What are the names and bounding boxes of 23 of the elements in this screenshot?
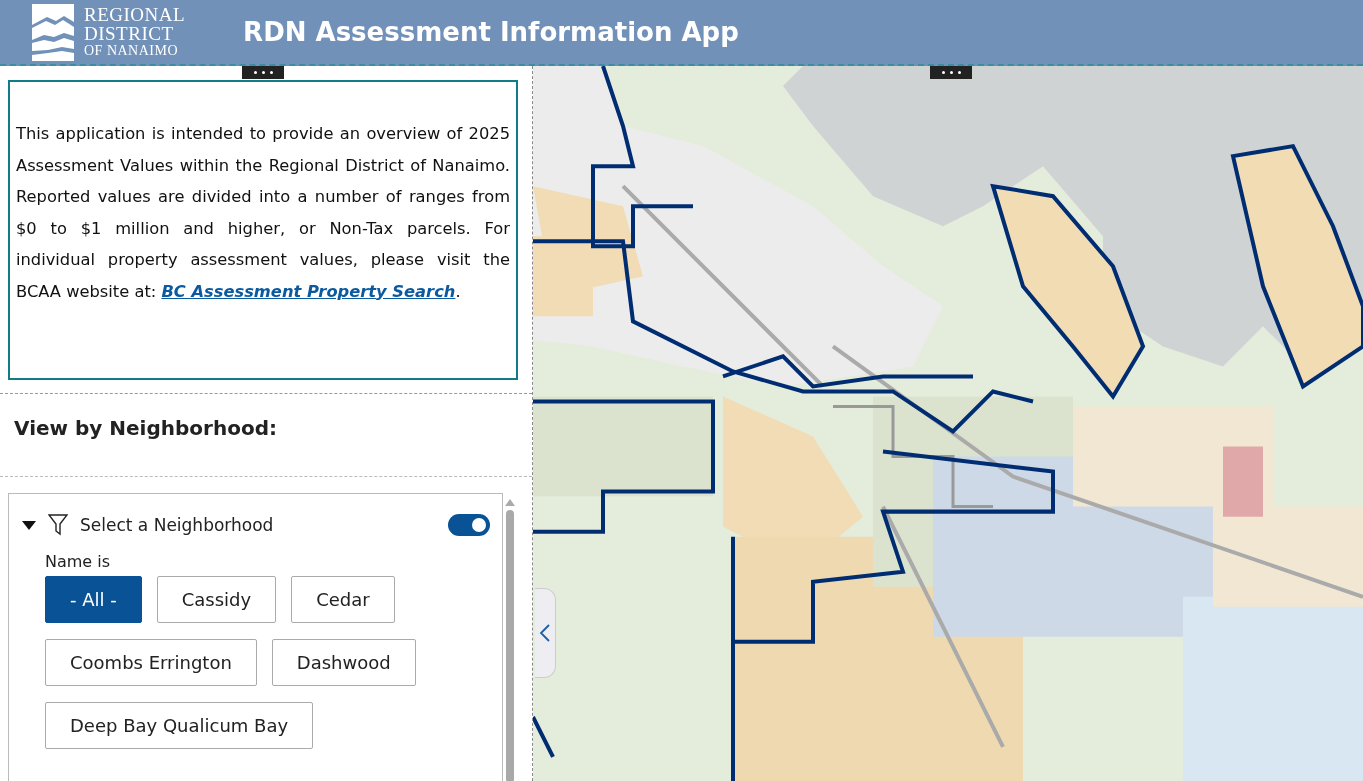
link[interactable]: BC Assessment Property Search bbox=[161, 281, 456, 301]
neighborhood-option-button[interactable]: Cedar bbox=[291, 576, 395, 623]
panel-handle[interactable] bbox=[930, 66, 972, 79]
logo-text-line: OF NANAIMO bbox=[84, 43, 180, 59]
panel-handle[interactable] bbox=[242, 66, 284, 79]
mountain-logo-icon bbox=[30, 2, 76, 62]
intro-paragraph: This application is intended to provide an overview of 2025 Assessment Values within the Regional District of Nanaimo. Reported values are divided into a number of ranges from $0 to $1 million and higher, or Non-Tax parcels. For individual property assessment values, please visit the BCAA website at: BC Assessment Property Search. bbox=[16, 123, 510, 303]
logo-text-line: DISTRICT bbox=[84, 24, 175, 43]
field-label: Name is bbox=[45, 552, 112, 571]
neighborhood-option-button[interactable]: Deep Bay Qualicum Bay bbox=[45, 702, 314, 749]
neighborhood-option-button[interactable]: Dashwood bbox=[271, 639, 416, 686]
filter-icon bbox=[48, 514, 68, 536]
neighborhood-option-button[interactable]: Cassidy bbox=[156, 576, 277, 623]
filter-title: Select a Neighborhood bbox=[80, 515, 275, 535]
section-heading: View by Neighborhood: bbox=[0, 393, 532, 477]
logo-text-line: REGIONAL bbox=[84, 5, 186, 24]
neighborhood-option-button[interactable]: Coombs Errington bbox=[45, 639, 257, 686]
chevron-left-icon bbox=[539, 623, 551, 643]
app-title: RDN Assessment Information App bbox=[243, 17, 739, 47]
expand-toggle-icon[interactable] bbox=[22, 520, 36, 530]
collapse-panel-button[interactable] bbox=[535, 588, 556, 678]
neighborhood-option-button[interactable]: - All - bbox=[45, 576, 142, 623]
toggle-switch[interactable] bbox=[448, 514, 490, 536]
